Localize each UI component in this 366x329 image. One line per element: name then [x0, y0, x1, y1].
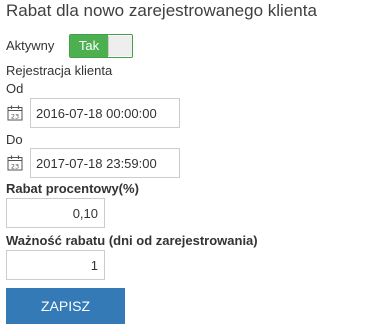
svg-text:23: 23 — [11, 162, 19, 170]
percent-label: Rabat procentowy(%) — [6, 181, 139, 196]
percent-input[interactable] — [6, 198, 105, 228]
from-label: Od — [6, 81, 24, 96]
validity-label: Ważność rabatu (dni od zarejestrowania) — [6, 233, 258, 248]
registration-label: Rejestracja klienta — [6, 63, 113, 78]
calendar-icon[interactable]: 23 — [7, 105, 23, 121]
active-toggle[interactable]: Tak — [69, 34, 133, 58]
from-date-input[interactable] — [30, 98, 180, 128]
to-label: Do — [6, 132, 23, 147]
save-button[interactable]: ZAPISZ — [6, 288, 125, 324]
active-toggle-knob[interactable] — [108, 36, 132, 56]
validity-input[interactable] — [6, 250, 105, 280]
active-toggle-on-label: Tak — [70, 35, 108, 57]
page-title: Rabat dla nowo zarejestrowanego klienta — [6, 1, 317, 20]
calendar-icon[interactable]: 23 — [7, 155, 23, 171]
svg-text:23: 23 — [11, 112, 19, 120]
to-date-input[interactable] — [30, 148, 180, 178]
active-label: Aktywny — [6, 38, 55, 53]
